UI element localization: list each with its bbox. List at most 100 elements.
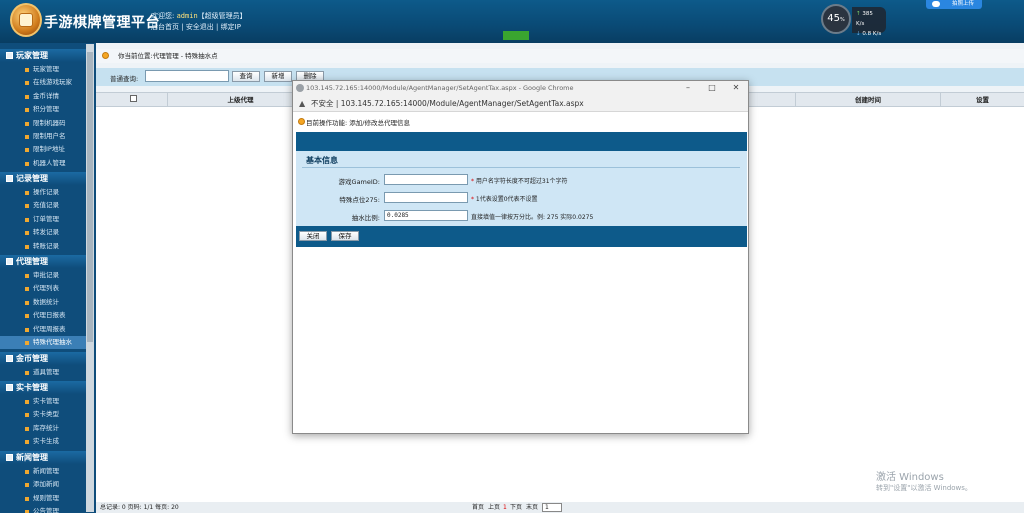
bullet-icon bbox=[25, 68, 29, 72]
th-created-time: 创建时间 bbox=[795, 93, 941, 108]
sidebar-item[interactable]: 审批记录 bbox=[0, 269, 86, 282]
sidebar-group-news[interactable]: 新闻管理 bbox=[0, 451, 86, 464]
sidebar-item[interactable]: 机器人管理 bbox=[0, 157, 86, 170]
sidebar-item[interactable]: 规则管理 bbox=[0, 492, 86, 505]
app-title: 手游棋牌管理平台 bbox=[44, 15, 160, 31]
sidebar-item[interactable]: 订单管理 bbox=[0, 213, 86, 226]
form-top-band bbox=[296, 132, 747, 151]
home-link[interactable]: 后台首页 bbox=[151, 23, 179, 31]
sidebar-item[interactable]: 库存统计 bbox=[0, 422, 86, 435]
bullet-icon bbox=[25, 81, 29, 86]
sidebar-item-label: 新闻管理 bbox=[33, 467, 59, 475]
sidebar-item[interactable]: 实卡类型 bbox=[0, 408, 86, 421]
tax-ratio-input[interactable]: 0.0285 bbox=[384, 210, 468, 221]
sidebar-item[interactable]: 添加新闻 bbox=[0, 478, 86, 491]
bullet-icon bbox=[25, 108, 29, 113]
bullet-icon bbox=[25, 483, 29, 488]
performance-meter[interactable]: 45% bbox=[821, 4, 851, 34]
net-up-value: 385 bbox=[862, 11, 873, 17]
sidebar-item[interactable]: 玩家管理 bbox=[0, 63, 86, 76]
green-tab-indicator[interactable] bbox=[503, 31, 529, 40]
maximize-icon[interactable]: □ bbox=[706, 81, 718, 95]
group-square-icon bbox=[6, 52, 13, 59]
sidebar-item[interactable]: 限制用户名 bbox=[0, 130, 86, 143]
sidebar-item[interactable]: 转账记录 bbox=[0, 240, 86, 253]
search-input[interactable] bbox=[145, 70, 229, 82]
sidebar-item[interactable]: 公告管理 bbox=[0, 505, 86, 513]
sidebar-item-label: 机器人管理 bbox=[33, 158, 66, 167]
group-square-icon bbox=[6, 175, 13, 182]
logout-link[interactable]: 安全退出 bbox=[186, 23, 214, 31]
pager-first[interactable]: 首页 bbox=[472, 502, 484, 513]
bullet-icon bbox=[25, 287, 29, 292]
save-button[interactable]: 保存 bbox=[331, 231, 359, 241]
sidebar-item-label: 金币详情 bbox=[33, 91, 59, 100]
popup-url-bar[interactable]: 不安全 | 103.145.72.165:14000/Module/AgentM… bbox=[293, 95, 748, 112]
sidebar-item-label: 订单管理 bbox=[33, 214, 59, 223]
sidebar-item-label: 公告管理 bbox=[33, 507, 59, 513]
breadcrumb-path: 代理管理 - 特殊抽水点 bbox=[152, 52, 218, 60]
query-button[interactable]: 查询 bbox=[232, 71, 260, 82]
bind-ip-link[interactable]: 绑定IP bbox=[221, 23, 241, 31]
gameid-input[interactable] bbox=[384, 174, 468, 185]
sidebar-group-gold[interactable]: 金币管理 bbox=[0, 352, 86, 365]
pager-next[interactable]: 下页 bbox=[510, 502, 522, 513]
sidebar-item[interactable]: 积分管理 bbox=[0, 103, 86, 116]
sidebar-item[interactable]: 代理日报表 bbox=[0, 309, 86, 322]
group-square-icon bbox=[6, 355, 13, 362]
sidebar-item[interactable]: 限制机器码 bbox=[0, 117, 86, 130]
sidebar-scrollbar-thumb[interactable] bbox=[87, 52, 93, 342]
select-all-checkbox[interactable] bbox=[130, 95, 137, 102]
bullet-icon bbox=[25, 496, 29, 501]
sidebar-item[interactable]: 新闻管理 bbox=[0, 465, 86, 478]
sidebar-item[interactable]: 实卡生成 bbox=[0, 435, 86, 448]
special-point-input[interactable] bbox=[384, 192, 468, 203]
header-links: 后台首页 | 安全退出 | 绑定IP bbox=[151, 23, 241, 31]
sidebar-item[interactable]: 道具管理 bbox=[0, 366, 86, 379]
sidebar-group-agent[interactable]: 代理管理 bbox=[0, 255, 86, 268]
bullet-icon bbox=[25, 148, 29, 153]
sidebar-item-label: 审批记录 bbox=[33, 271, 59, 279]
field-tax-ratio-label: 抽水比例: bbox=[351, 214, 380, 222]
sidebar-item-label: 充值记录 bbox=[33, 201, 59, 210]
sidebar-item-label: 限制用户名 bbox=[33, 132, 66, 140]
sidebar-item[interactable]: 转发记录 bbox=[0, 226, 86, 239]
sidebar-item[interactable]: 实卡管理 bbox=[0, 395, 86, 408]
pager-last[interactable]: 末页 bbox=[526, 502, 538, 513]
pager-prev[interactable]: 上页 bbox=[488, 502, 500, 513]
pager-page-input[interactable]: 1 bbox=[542, 503, 562, 512]
sidebar-group-player[interactable]: 玩家管理 bbox=[0, 49, 86, 62]
sidebar-item[interactable]: 充值记录 bbox=[0, 199, 86, 212]
bullet-icon bbox=[25, 217, 29, 222]
bullet-icon bbox=[25, 231, 29, 236]
sidebar-item-label: 转发记录 bbox=[33, 228, 59, 237]
bullet-icon bbox=[25, 135, 29, 139]
sidebar-item[interactable]: 代理列表 bbox=[0, 282, 86, 295]
minimize-icon[interactable]: – bbox=[682, 81, 694, 95]
bullet-icon bbox=[25, 191, 29, 195]
sidebar-item[interactable]: 限制IP地址 bbox=[0, 143, 86, 156]
sidebar-item-label: 玩家管理 bbox=[33, 65, 59, 73]
windows-activation-hint: 转到"设置"以激活 Windows。 bbox=[876, 484, 972, 492]
sidebar-item-label: 转账记录 bbox=[33, 241, 59, 250]
sidebar-item-label: 代理日报表 bbox=[33, 311, 66, 320]
close-button[interactable]: 关闭 bbox=[299, 231, 327, 241]
sidebar-item[interactable]: 代理周报表 bbox=[0, 323, 86, 336]
sidebar-item-label: 实卡生成 bbox=[33, 437, 59, 446]
sidebar-item[interactable]: 特殊代理抽水 bbox=[0, 336, 86, 349]
network-speed-widget: ↑ 385 K/s ↓ 0.8 K/s bbox=[852, 7, 886, 37]
sidebar-item[interactable]: 金币详情 bbox=[0, 90, 86, 103]
sidebar-item[interactable]: 数据统计 bbox=[0, 296, 86, 309]
sidebar-item-label: 规则管理 bbox=[33, 493, 59, 502]
bullet-icon bbox=[25, 161, 29, 166]
sidebar-item[interactable]: 操作记录 bbox=[0, 186, 86, 199]
operation-label: 目前操作功能: 添加/修改总代理信息 bbox=[306, 119, 410, 127]
sidebar-group-card[interactable]: 实卡管理 bbox=[0, 381, 86, 394]
sidebar-group-label: 实卡管理 bbox=[16, 383, 48, 392]
sidebar-group-record[interactable]: 记录管理 bbox=[0, 172, 86, 185]
add-button[interactable]: 新增 bbox=[264, 71, 292, 82]
sidebar-group-label: 记录管理 bbox=[16, 174, 48, 183]
sidebar-item[interactable]: 在线游戏玩家 bbox=[0, 76, 86, 89]
welcome-prefix: 欢迎您: bbox=[151, 12, 175, 20]
close-window-icon[interactable]: ✕ bbox=[730, 81, 742, 95]
